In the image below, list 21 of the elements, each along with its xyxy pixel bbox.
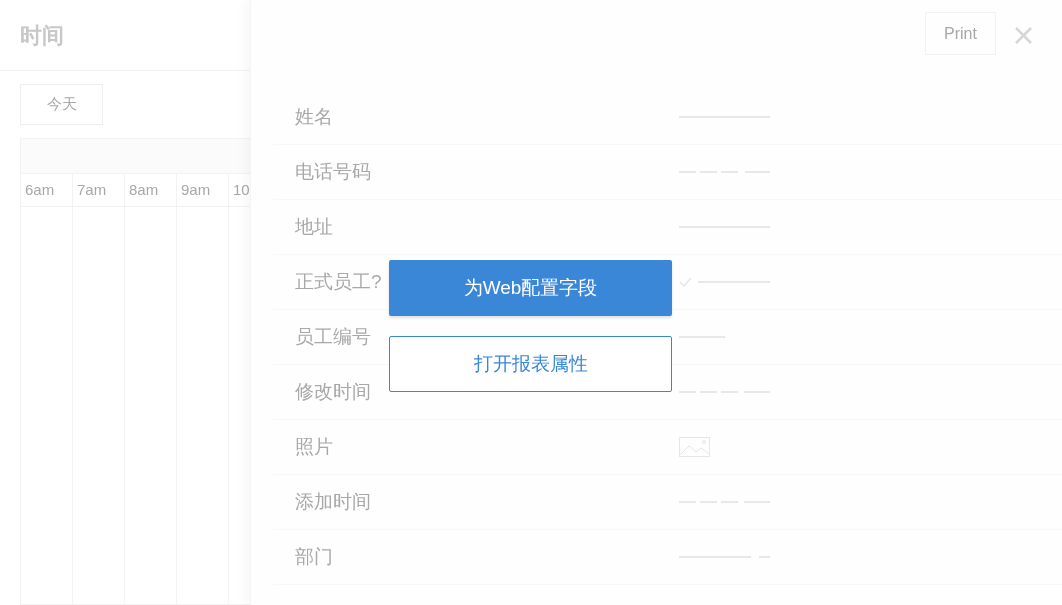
field-label: 地址	[295, 214, 333, 239]
configure-fields-button[interactable]: 为Web配置字段	[389, 260, 672, 316]
field-label: 部门	[295, 544, 333, 569]
field-label: 电话号码	[295, 159, 371, 184]
field-label: 姓名	[295, 104, 333, 129]
field-label: 添加时间	[295, 489, 371, 514]
image-icon	[679, 437, 710, 457]
checkmark-icon	[679, 277, 692, 287]
hour-label: 9am	[181, 179, 211, 200]
print-button[interactable]: Print	[925, 12, 996, 55]
field-label: 修改时间	[295, 379, 371, 404]
close-icon[interactable]	[1015, 27, 1032, 44]
hour-label: 8am	[129, 179, 159, 200]
report-properties-button[interactable]: 打开报表属性	[389, 336, 672, 392]
hour-label: 7am	[77, 179, 107, 200]
hour-label: 6am	[25, 179, 55, 200]
field-label: 正式员工?	[295, 269, 382, 294]
today-button[interactable]: 今天	[20, 84, 103, 125]
hour-label: 10	[233, 179, 250, 200]
field-label: 员工编号	[295, 324, 371, 349]
field-label: 照片	[295, 434, 333, 459]
